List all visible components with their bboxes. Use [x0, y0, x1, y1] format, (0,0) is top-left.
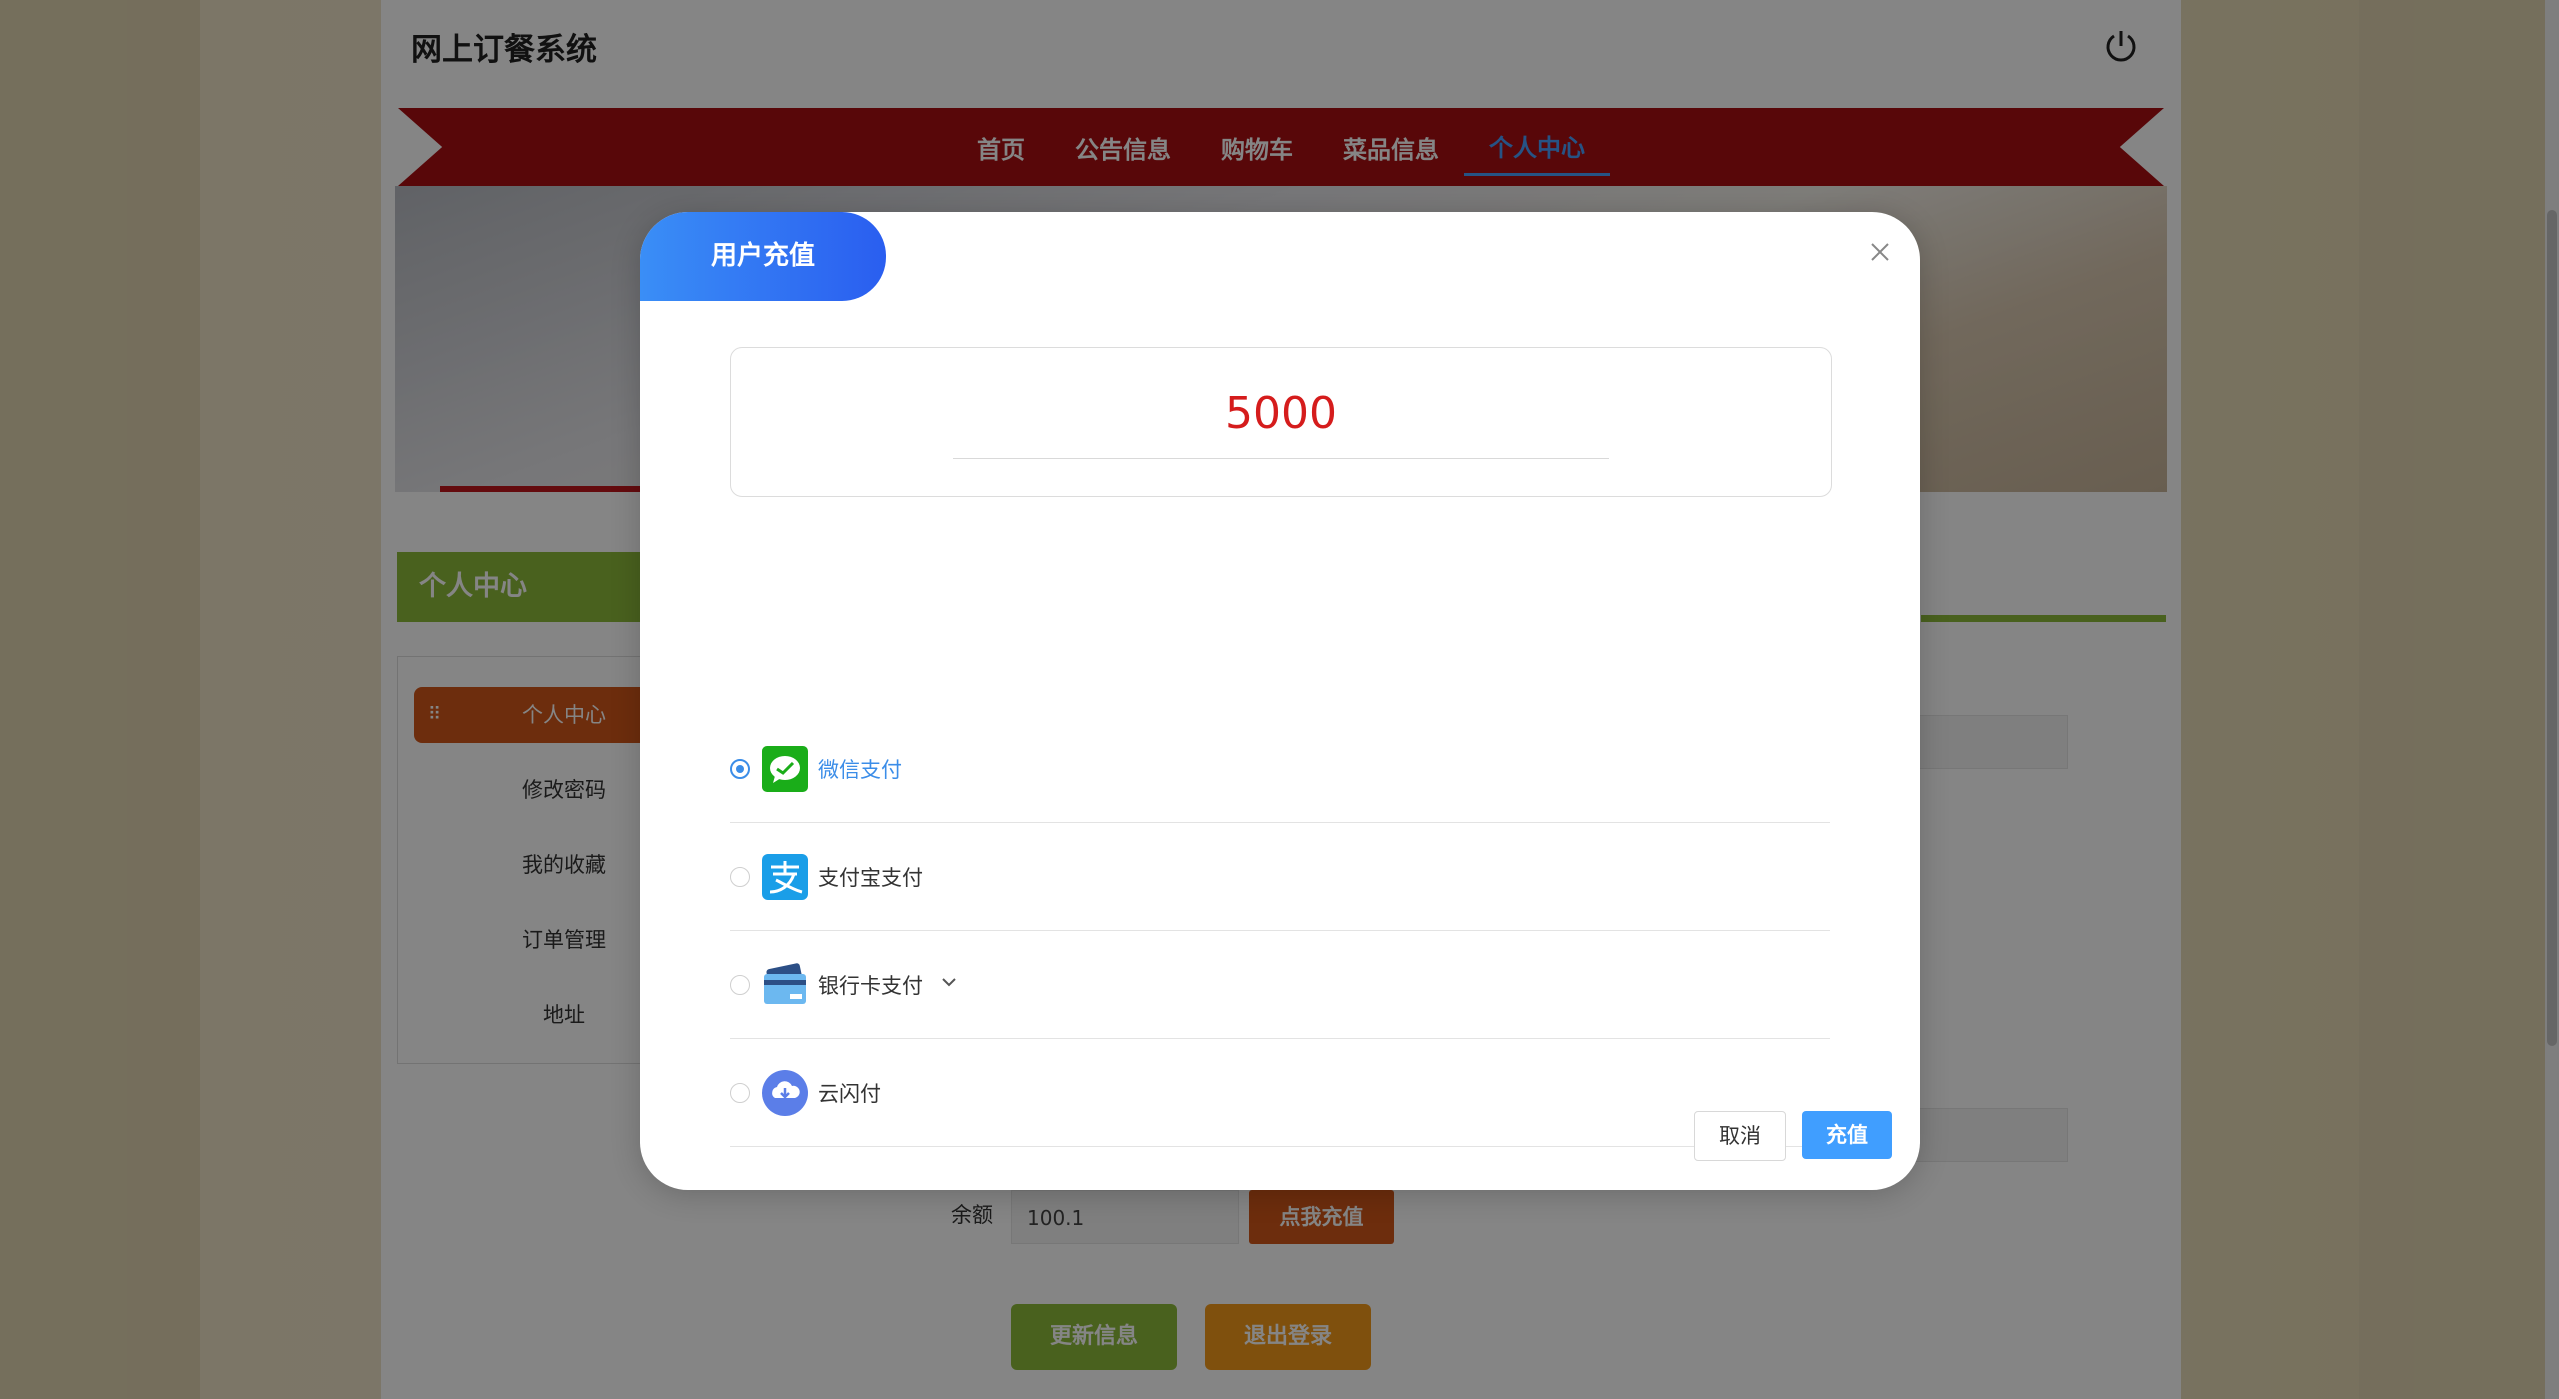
cloud-quickpass-icon: [762, 1070, 808, 1116]
amount-underline: [953, 458, 1609, 459]
radio-bank-card[interactable]: [730, 975, 750, 995]
amount-input[interactable]: 5000: [730, 347, 1832, 497]
payment-label-wechat: 微信支付: [818, 758, 902, 782]
dialog-title: 用户充值: [640, 212, 886, 301]
payment-option-alipay[interactable]: 支付宝支付: [730, 822, 1830, 931]
wechat-pay-icon: [762, 746, 808, 792]
close-icon[interactable]: [1868, 240, 1892, 264]
radio-wechat[interactable]: [730, 759, 750, 779]
payment-label-alipay: 支付宝支付: [818, 866, 923, 890]
bank-card-icon: [764, 963, 806, 1004]
alipay-icon: [762, 854, 808, 900]
amount-value: 5000: [1225, 388, 1337, 439]
payment-option-wechat[interactable]: 微信支付: [730, 714, 1830, 823]
recharge-dialog: 用户充值 5000 微信支付 支付宝支付 银行卡支付 云闪付 取消 充值: [640, 212, 1920, 1190]
payment-option-cloud-quickpass[interactable]: 云闪付: [730, 1038, 1830, 1147]
radio-cloud-quickpass[interactable]: [730, 1083, 750, 1103]
radio-alipay[interactable]: [730, 867, 750, 887]
chevron-down-icon[interactable]: [940, 973, 958, 991]
cancel-button[interactable]: 取消: [1694, 1111, 1786, 1161]
payment-label-cloud-quickpass: 云闪付: [818, 1082, 881, 1106]
payment-label-bank-card: 银行卡支付: [818, 974, 923, 998]
payment-option-bank-card[interactable]: 银行卡支付: [730, 930, 1830, 1039]
confirm-recharge-button[interactable]: 充值: [1802, 1111, 1892, 1159]
